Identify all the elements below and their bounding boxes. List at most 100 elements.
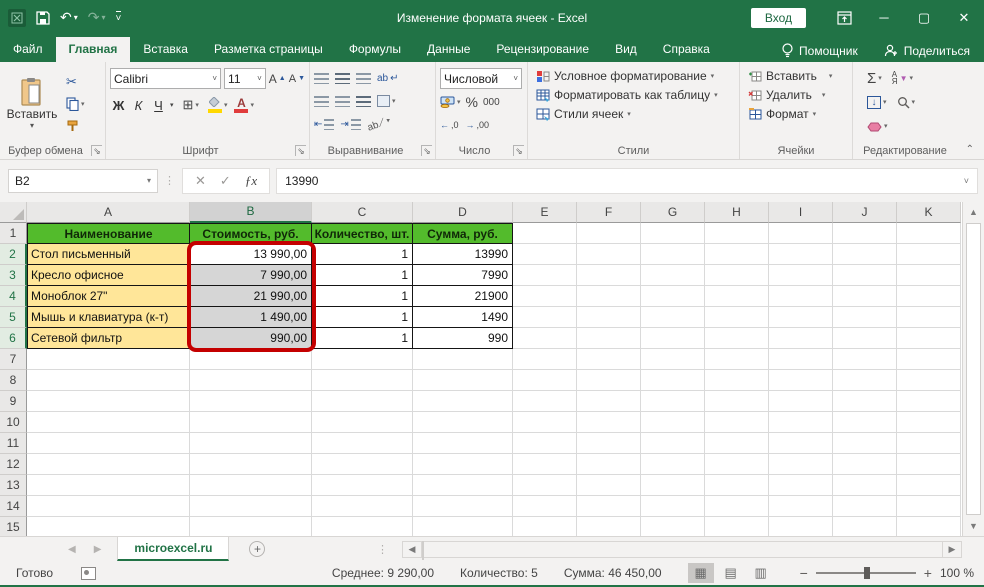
- cell-C14[interactable]: [312, 496, 413, 517]
- collapse-ribbon-icon[interactable]: ⌃: [966, 144, 974, 155]
- cell-B10[interactable]: [190, 412, 312, 433]
- cell-H1[interactable]: [705, 223, 769, 244]
- scroll-up-icon[interactable]: ▲: [963, 202, 984, 222]
- column-header-J[interactable]: J: [833, 202, 897, 223]
- cell-E8[interactable]: [513, 370, 577, 391]
- cell-A5[interactable]: Мышь и клавиатура (к-т): [27, 307, 190, 328]
- cell-D8[interactable]: [413, 370, 513, 391]
- sort-filter-icon[interactable]: АЯ▼▾: [892, 68, 913, 88]
- cell-C4[interactable]: 1: [312, 286, 413, 307]
- column-header-H[interactable]: H: [705, 202, 769, 223]
- cell-C7[interactable]: [312, 349, 413, 370]
- cell-E7[interactable]: [513, 349, 577, 370]
- cell-G7[interactable]: [641, 349, 705, 370]
- cancel-entry-icon[interactable]: ✕: [195, 173, 206, 189]
- cell-G6[interactable]: [641, 328, 705, 349]
- find-select-icon[interactable]: ▾: [897, 92, 916, 112]
- cell-E15[interactable]: [513, 517, 577, 536]
- tab-разметка-страницы[interactable]: Разметка страницы: [201, 37, 336, 62]
- assistant-tab[interactable]: Помощник: [782, 43, 858, 58]
- cell-C10[interactable]: [312, 412, 413, 433]
- maximize-button[interactable]: ▢: [904, 0, 944, 35]
- cell-F11[interactable]: [577, 433, 641, 454]
- tab-формулы[interactable]: Формулы: [336, 37, 414, 62]
- row-header-3[interactable]: 3: [0, 265, 27, 286]
- number-format-combo[interactable]: Числовой˅: [440, 68, 522, 89]
- normal-view-icon[interactable]: ▦: [688, 563, 714, 583]
- fill-down-icon[interactable]: ↓▾: [867, 92, 887, 112]
- new-sheet-button[interactable]: +: [229, 537, 285, 561]
- tab-справка[interactable]: Справка: [650, 37, 723, 62]
- cell-F14[interactable]: [577, 496, 641, 517]
- cell-G15[interactable]: [641, 517, 705, 536]
- increase-decimal-icon[interactable]: ←,0: [440, 115, 459, 135]
- increase-indent-icon[interactable]: ⇥: [340, 114, 360, 134]
- cell-K11[interactable]: [897, 433, 961, 454]
- formula-input[interactable]: 13990˅: [276, 168, 978, 194]
- cell-G8[interactable]: [641, 370, 705, 391]
- cell-C12[interactable]: [312, 454, 413, 475]
- cell-I5[interactable]: [769, 307, 833, 328]
- cell-E3[interactable]: [513, 265, 577, 286]
- login-button[interactable]: Вход: [751, 8, 806, 28]
- cell-I7[interactable]: [769, 349, 833, 370]
- select-all-corner[interactable]: [0, 202, 27, 223]
- cell-A3[interactable]: Кресло офисное: [27, 265, 190, 286]
- name-box-caret[interactable]: ▾: [147, 176, 151, 185]
- cell-F13[interactable]: [577, 475, 641, 496]
- decrease-decimal-icon[interactable]: →,00: [466, 115, 490, 135]
- cell-E13[interactable]: [513, 475, 577, 496]
- undo-icon[interactable]: ↶▾: [60, 9, 78, 26]
- cell-B8[interactable]: [190, 370, 312, 391]
- cell-C1[interactable]: Количество, шт.: [312, 223, 413, 244]
- customize-qat-icon[interactable]: ˅: [116, 11, 122, 24]
- align-middle-icon[interactable]: [335, 73, 350, 84]
- cell-B5[interactable]: 1 490,00: [190, 307, 312, 328]
- cell-D10[interactable]: [413, 412, 513, 433]
- cell-C5[interactable]: 1: [312, 307, 413, 328]
- cell-D9[interactable]: [413, 391, 513, 412]
- column-header-C[interactable]: C: [312, 202, 413, 223]
- cell-E10[interactable]: [513, 412, 577, 433]
- cell-J3[interactable]: [833, 265, 897, 286]
- cell-I15[interactable]: [769, 517, 833, 536]
- cell-F6[interactable]: [577, 328, 641, 349]
- redo-icon[interactable]: ↷▾: [88, 9, 106, 26]
- cell-H13[interactable]: [705, 475, 769, 496]
- cell-H6[interactable]: [705, 328, 769, 349]
- column-header-E[interactable]: E: [513, 202, 577, 223]
- cell-D2[interactable]: 13990: [413, 244, 513, 265]
- cell-K4[interactable]: [897, 286, 961, 307]
- cell-D15[interactable]: [413, 517, 513, 536]
- cell-B13[interactable]: [190, 475, 312, 496]
- cell-G1[interactable]: [641, 223, 705, 244]
- cell-A6[interactable]: Сетевой фильтр: [27, 328, 190, 349]
- cell-I4[interactable]: [769, 286, 833, 307]
- cell-K7[interactable]: [897, 349, 961, 370]
- cell-C8[interactable]: [312, 370, 413, 391]
- cell-K10[interactable]: [897, 412, 961, 433]
- cell-K6[interactable]: [897, 328, 961, 349]
- cell-I14[interactable]: [769, 496, 833, 517]
- comma-style-icon[interactable]: 000: [483, 92, 500, 112]
- autosum-icon[interactable]: Σ▾: [867, 68, 882, 88]
- cell-D11[interactable]: [413, 433, 513, 454]
- row-header-11[interactable]: 11: [0, 433, 27, 454]
- cell-H9[interactable]: [705, 391, 769, 412]
- underline-button[interactable]: Ч: [150, 98, 167, 113]
- cell-G13[interactable]: [641, 475, 705, 496]
- cell-J13[interactable]: [833, 475, 897, 496]
- cell-H15[interactable]: [705, 517, 769, 536]
- row-header-1[interactable]: 1: [0, 223, 27, 244]
- cell-J14[interactable]: [833, 496, 897, 517]
- cell-E14[interactable]: [513, 496, 577, 517]
- accounting-format-icon[interactable]: ▾: [440, 92, 461, 112]
- cell-A11[interactable]: [27, 433, 190, 454]
- cell-I2[interactable]: [769, 244, 833, 265]
- cell-A13[interactable]: [27, 475, 190, 496]
- cell-H12[interactable]: [705, 454, 769, 475]
- row-header-10[interactable]: 10: [0, 412, 27, 433]
- cell-B3[interactable]: 7 990,00: [190, 265, 312, 286]
- cell-C2[interactable]: 1: [312, 244, 413, 265]
- scroll-right-icon[interactable]: ▶: [942, 541, 962, 558]
